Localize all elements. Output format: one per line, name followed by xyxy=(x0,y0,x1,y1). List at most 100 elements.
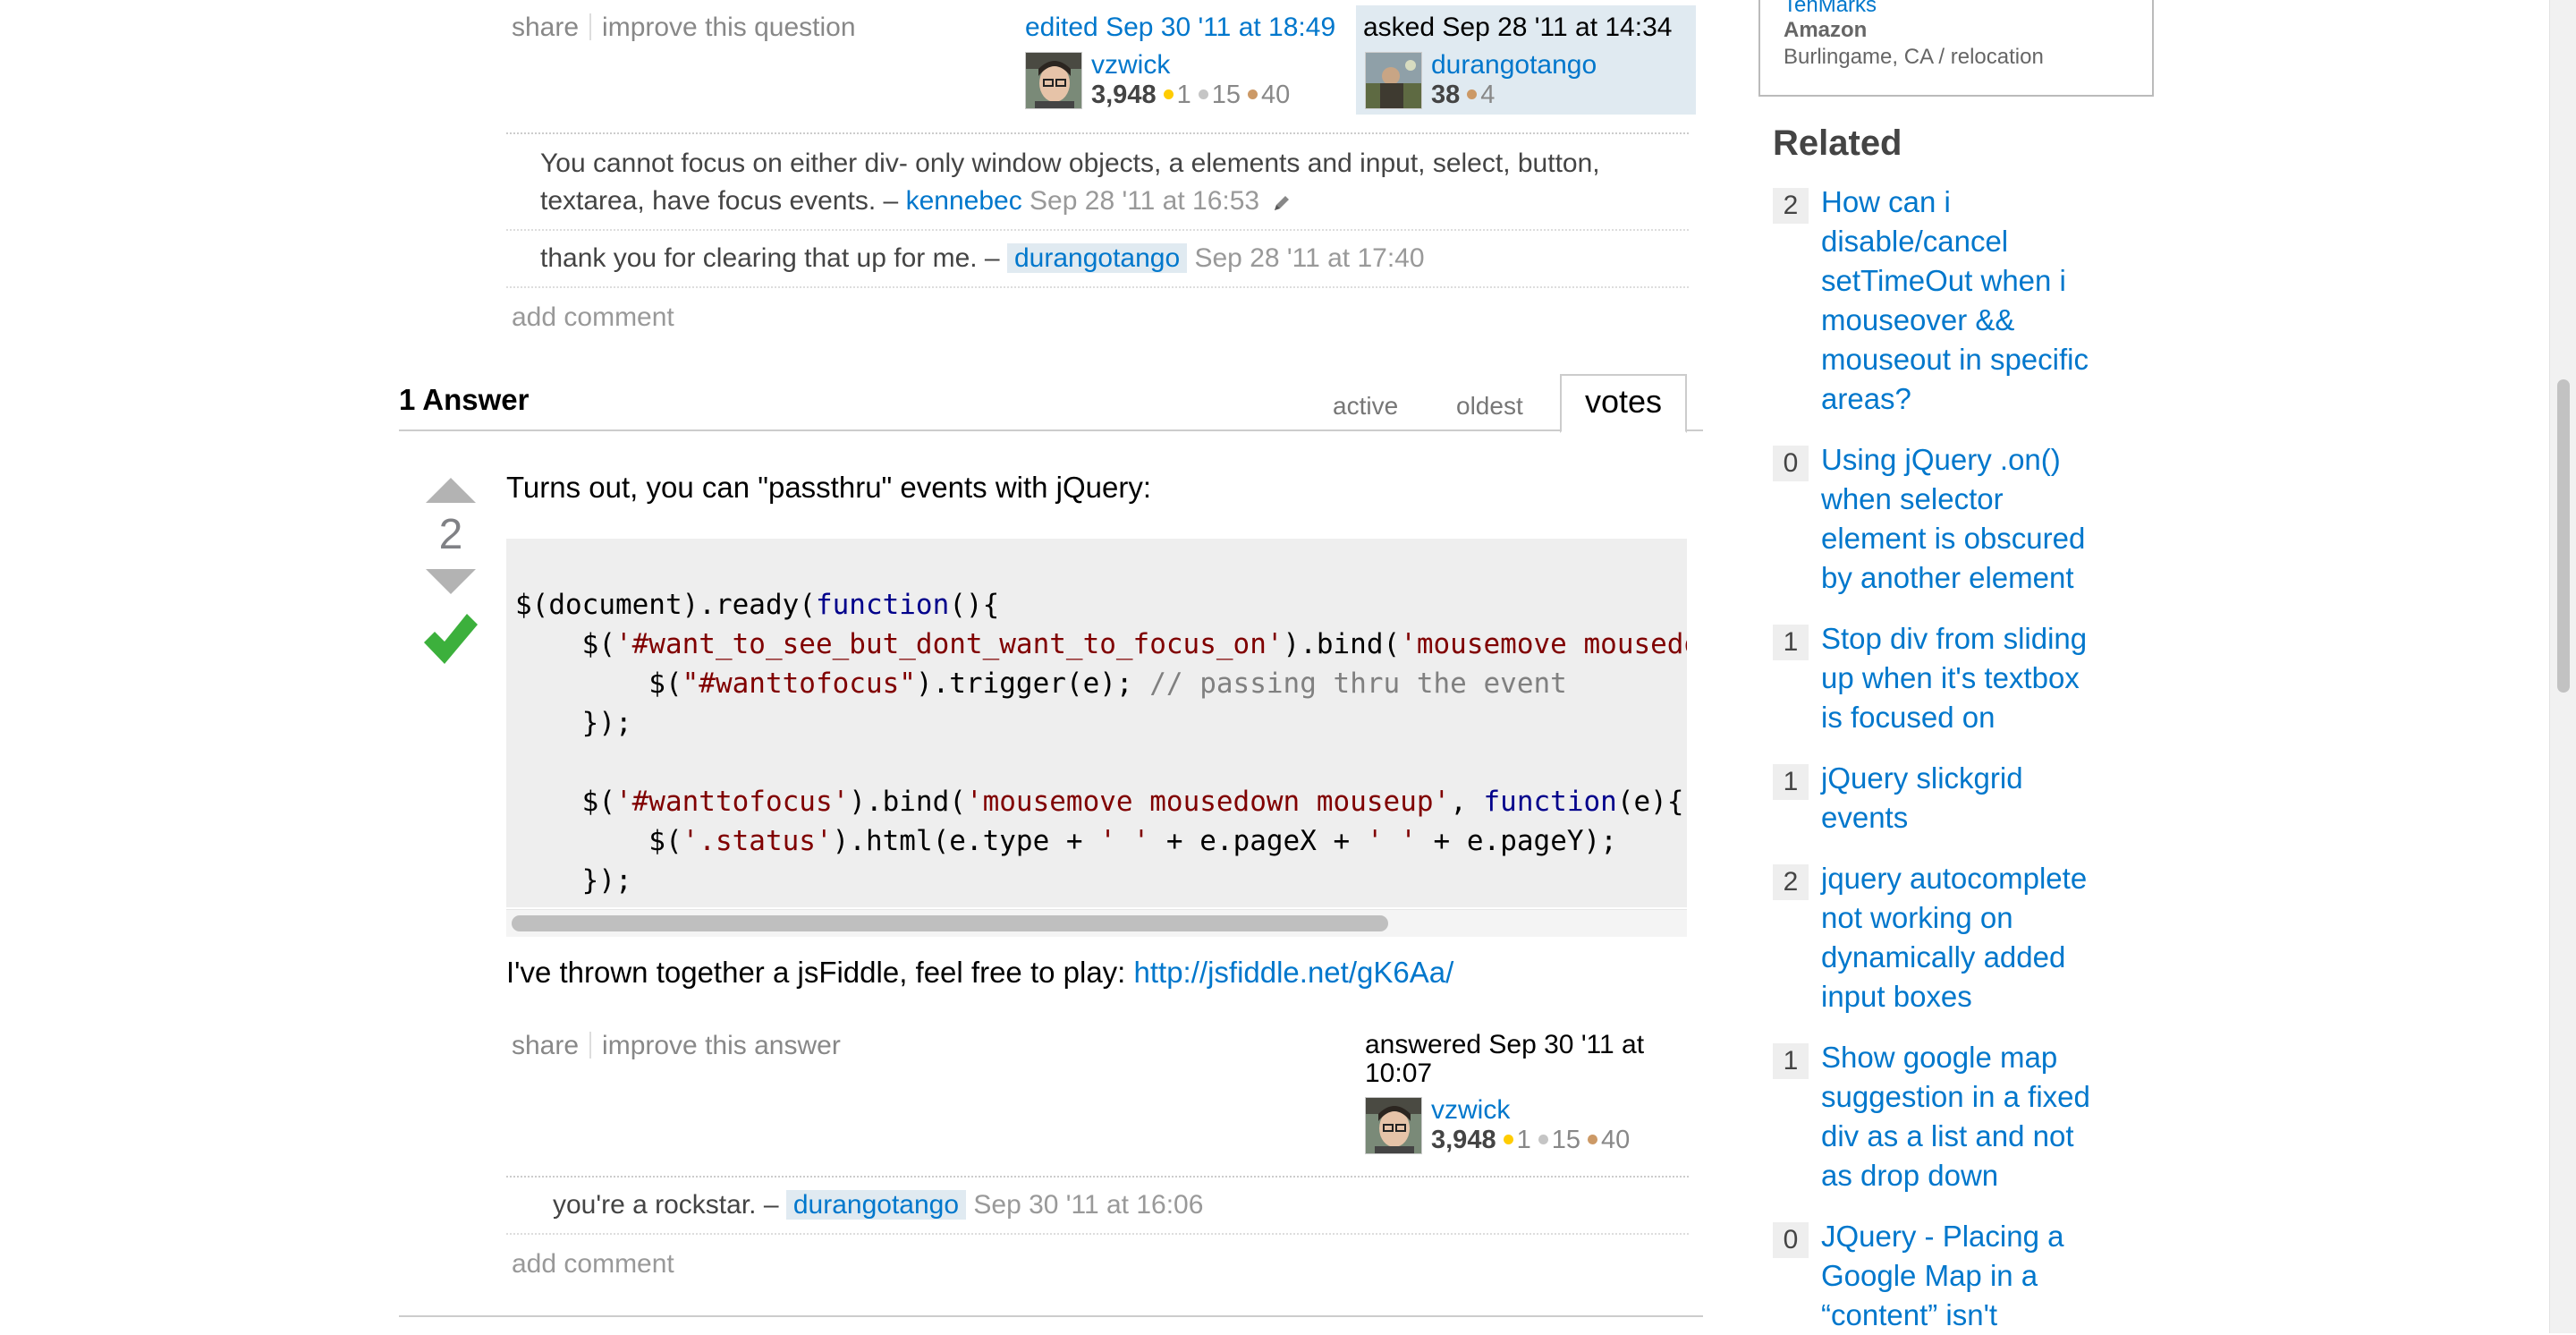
answer-fiddle-text: I've thrown together a jsFiddle, feel fr… xyxy=(506,956,1453,990)
code-line: $('#want_to_see_but_dont_want_to_focus_o… xyxy=(515,628,1687,660)
reputation: 38 4 xyxy=(1431,81,1495,110)
code-line: }); xyxy=(515,864,632,897)
comment-user-link[interactable]: durangotango xyxy=(785,1190,967,1220)
comment: you're a rockstar. – durangotango Sep 30… xyxy=(506,1178,1689,1235)
add-comment-link[interactable]: add comment xyxy=(512,302,674,333)
silver-badge-icon xyxy=(1198,89,1208,99)
reputation-score: 38 xyxy=(1431,81,1461,109)
job-company-link[interactable]: TenMarks xyxy=(1784,0,1877,18)
tab-oldest[interactable]: oldest xyxy=(1456,392,1523,421)
reputation: 3,948 1 15 40 xyxy=(1091,81,1290,110)
code-block: $(document).ready(function(){ $('#want_t… xyxy=(506,539,1687,907)
add-comment-link[interactable]: add comment xyxy=(512,1249,674,1280)
bronze-badge-icon xyxy=(1587,1135,1597,1144)
reputation-score: 3,948 xyxy=(1091,81,1157,109)
answer-post-menu: share improve this answer xyxy=(512,1031,841,1061)
comment-date: Sep 30 '11 at 16:06 xyxy=(973,1190,1204,1220)
related-question-link[interactable]: jquery autocomplete not working on dynamic… xyxy=(1821,859,2107,1016)
related-question-link[interactable]: Using jQuery .on() when selector element i… xyxy=(1821,440,2107,598)
related-heading: Related xyxy=(1773,123,1902,163)
user-link-vzwick[interactable]: vzwick xyxy=(1431,1095,1510,1126)
answer-comments: you're a rockstar. – durangotango Sep 30… xyxy=(506,1176,1689,1235)
comment-text: thank you for clearing that up for me. – xyxy=(540,243,1000,273)
code-line: $('#wanttofocus').bind('mousemove moused… xyxy=(515,786,1684,818)
avatar[interactable] xyxy=(1025,52,1082,109)
comment-user-link[interactable]: kennebec xyxy=(906,186,1022,216)
tabs-underline xyxy=(399,429,1703,431)
answers-count-heading: 1 Answer xyxy=(399,383,530,416)
code-line: $(document).ready(function(){ xyxy=(515,589,1000,621)
related-question-link[interactable]: How can i disable/cancel setTimeOut when i… xyxy=(1821,183,2107,419)
page-vertical-scrollbar[interactable] xyxy=(2549,0,2576,1333)
menu-separator xyxy=(589,13,592,40)
job-location: Burlingame, CA / relocation xyxy=(1784,45,2044,69)
related-question-link[interactable]: JQuery - Placing a Google Map in a “conten… xyxy=(1821,1217,2107,1335)
avatar[interactable] xyxy=(1365,1097,1422,1154)
accepted-checkmark-icon xyxy=(420,608,481,674)
answer-intro-text: Turns out, you can "passthru" events wit… xyxy=(506,471,1152,504)
related-vote-count: 0 xyxy=(1773,1222,1809,1258)
answer-bottom-divider xyxy=(399,1315,1703,1317)
answered-signature: answered Sep 30 '11 at 10:07 vzwick 3,94… xyxy=(1365,1029,1696,1163)
asked-date: asked Sep 28 '11 at 14:34 xyxy=(1363,13,1673,42)
gold-badge-count: 1 xyxy=(1176,81,1191,109)
code-line: }); xyxy=(515,900,1687,907)
related-question-link[interactable]: Show google map suggestion in a fixed div … xyxy=(1821,1038,2107,1195)
code-line: $("#wanttofocus").trigger(e); // passing… xyxy=(515,668,1567,700)
code-line: }); xyxy=(515,707,632,739)
related-question-link[interactable]: jQuery slickgrid events xyxy=(1821,759,2107,838)
code-horizontal-scrollbar[interactable] xyxy=(506,909,1687,937)
related-vote-count: 2 xyxy=(1773,188,1809,224)
gold-badge-icon xyxy=(1503,1135,1513,1144)
share-answer-link[interactable]: share xyxy=(512,1031,579,1060)
jsfiddle-link[interactable]: http://jsfiddle.net/gK6Aa/ xyxy=(1134,956,1454,989)
asked-signature: asked Sep 28 '11 at 14:34 durangotango 3… xyxy=(1356,5,1696,115)
bronze-badge-icon xyxy=(1467,89,1478,99)
user-link-durangotango[interactable]: durangotango xyxy=(1431,50,1597,81)
edited-date-link[interactable]: edited Sep 30 '11 at 18:49 xyxy=(1025,13,1335,43)
comment-text: textarea, have focus events. – xyxy=(540,186,899,216)
pencil-icon xyxy=(1272,186,1292,224)
user-link-vzwick[interactable]: vzwick xyxy=(1091,50,1170,81)
scrollbar-thumb[interactable] xyxy=(512,915,1388,931)
gold-badge-count: 1 xyxy=(1516,1126,1531,1154)
improve-answer-link[interactable]: improve this answer xyxy=(602,1031,841,1060)
related-vote-count: 2 xyxy=(1773,864,1809,900)
job-company: Amazon xyxy=(1784,18,1868,42)
silver-badge-count: 15 xyxy=(1211,81,1241,109)
improve-question-link[interactable]: improve this question xyxy=(602,13,855,42)
related-vote-count: 1 xyxy=(1773,1043,1809,1079)
silver-badge-icon xyxy=(1538,1135,1548,1144)
comment-user-link[interactable]: durangotango xyxy=(1006,243,1188,273)
related-vote-count: 0 xyxy=(1773,446,1809,481)
bronze-badge-count: 40 xyxy=(1600,1126,1631,1154)
tab-votes[interactable]: votes xyxy=(1560,374,1687,433)
avatar[interactable] xyxy=(1365,52,1422,109)
silver-badge-count: 15 xyxy=(1551,1126,1580,1154)
question-post-menu: share improve this question xyxy=(512,13,856,43)
answered-time-line: 10:07 xyxy=(1365,1059,1433,1088)
vote-up-icon[interactable] xyxy=(424,476,478,509)
edited-signature: edited Sep 30 '11 at 18:49 vzwick 3,948 1… xyxy=(1021,9,1358,115)
bronze-badge-count: 40 xyxy=(1260,81,1291,109)
share-question-link[interactable]: share xyxy=(512,13,579,42)
related-question-link[interactable]: Stop div from sliding up when it's textbo… xyxy=(1821,619,2107,737)
related-vote-count: 1 xyxy=(1773,625,1809,660)
vote-down-icon[interactable] xyxy=(424,567,478,600)
answered-date: answered Sep 30 '11 at 10:07 xyxy=(1365,1031,1644,1088)
related-vote-count: 1 xyxy=(1773,764,1809,800)
scrollbar-thumb[interactable] xyxy=(2557,379,2570,693)
job-ad-box[interactable]: TenMarks Amazon Burlingame, CA / relocat… xyxy=(1758,0,2154,97)
code-line: $('.status').html(e.type + ' ' + e.pageX… xyxy=(515,825,1617,857)
comment-text: you're a rockstar. – xyxy=(553,1190,779,1220)
answered-date-line: answered Sep 30 '11 at xyxy=(1365,1030,1645,1059)
comment-text: You cannot focus on either div- only win… xyxy=(540,149,1600,178)
question-comments: You cannot focus on either div- only win… xyxy=(506,132,1689,288)
comment-date: Sep 28 '11 at 16:53 xyxy=(1030,186,1260,216)
gold-badge-icon xyxy=(1163,89,1174,99)
bronze-badge-count: 4 xyxy=(1480,81,1496,109)
tab-active[interactable]: active xyxy=(1333,392,1398,421)
vote-count: 2 xyxy=(438,511,463,558)
comment-date: Sep 28 '11 at 17:40 xyxy=(1194,243,1425,273)
